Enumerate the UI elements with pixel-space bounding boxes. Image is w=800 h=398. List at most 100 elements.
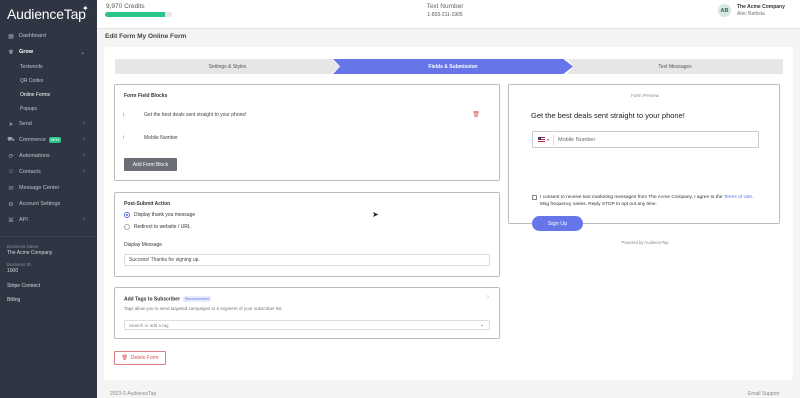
text-number-label: Text Number: [426, 3, 464, 10]
post-submit-panel: Post-Submit Action Display thank you mes…: [114, 192, 500, 277]
sidebar-subitem-label: Textwords: [20, 64, 43, 70]
step-text-messages[interactable]: Text Messages: [567, 59, 783, 74]
delete-form-button[interactable]: 🗑 Delete Form: [114, 351, 166, 365]
sidebar-nav: ▦ Dashboard ❦ Grow ⌄ Textwords QR Codes …: [0, 28, 97, 228]
field-block-label: Mobile Number: [144, 134, 178, 141]
avatar[interactable]: AB: [718, 4, 731, 17]
consent-block: I consent to receive text marketing mess…: [532, 194, 762, 208]
sidebar-subitem-popups[interactable]: Popups: [0, 102, 97, 116]
chevron-down-icon: ⌄: [479, 322, 484, 328]
drag-handle-icon[interactable]: ↕: [122, 135, 130, 141]
chat-icon: ✉: [8, 185, 14, 192]
sidebar-item-label: Account Settings: [19, 201, 61, 207]
field-block-row[interactable]: ↕ Mobile Number: [122, 130, 492, 145]
stripe-connect-link[interactable]: Stripe Connect: [0, 279, 97, 293]
credits-progress-fill: [105, 12, 166, 17]
caret-down-icon: ▾: [547, 137, 550, 142]
mouse-cursor-icon: ➤: [372, 210, 379, 219]
field-block-label: Get the best deals sent straight to your…: [144, 111, 247, 118]
divider: [553, 134, 555, 145]
consent-checkbox[interactable]: [532, 195, 537, 200]
gear-icon: ⚙: [8, 201, 14, 208]
consent-text-main: I consent to receive text marketing mess…: [540, 195, 723, 200]
new-badge: NEW: [48, 137, 62, 143]
user-name: Alec Battista: [737, 11, 765, 17]
sign-up-button[interactable]: Sign Up: [532, 216, 583, 231]
sidebar-subitem-label: Popups: [20, 106, 37, 112]
delete-form-label: Delete Form: [130, 355, 159, 361]
field-block-row[interactable]: ↕ Get the best deals sent straight to yo…: [122, 107, 492, 122]
app-logo[interactable]: AudienceTap ✦: [0, 0, 97, 26]
form-preview-panel: Form Preview Get the best deals sent str…: [508, 84, 780, 245]
radio-label: Display thank you message: [134, 212, 196, 218]
company-name[interactable]: The Acme Company: [737, 4, 785, 10]
sidebar-item-account-settings[interactable]: ⚙ Account Settings: [0, 196, 97, 212]
sidebar-item-label: Commerce: [19, 137, 46, 143]
sidebar-item-commerce[interactable]: ⛟ Commerce NEW ›: [0, 132, 97, 148]
api-icon: ⌘: [8, 217, 14, 224]
panel-title: Form Field Blocks: [124, 93, 168, 99]
radio-selected-icon: [124, 212, 130, 218]
chevron-right-icon: ›: [83, 121, 85, 127]
radio-label: Redirect to website / URL: [134, 224, 191, 230]
form-field-blocks-panel: Form Field Blocks ↕ Get the best deals s…: [114, 84, 500, 181]
add-form-block-button[interactable]: Add Form Block: [124, 158, 177, 171]
chevron-right-icon: ›: [83, 169, 85, 175]
sidebar-item-dashboard[interactable]: ▦ Dashboard: [0, 28, 97, 44]
tag-search-select[interactable]: Search or add a tag ⌄: [124, 320, 490, 330]
cart-icon: ⛟: [7, 137, 15, 143]
sidebar-subitem-online-forms[interactable]: Online Forms: [0, 88, 97, 102]
trash-icon[interactable]: 🗑: [472, 111, 480, 118]
radio-redirect[interactable]: Redirect to website / URL: [124, 224, 191, 230]
sidebar-subitem-textwords[interactable]: Textwords: [0, 60, 97, 74]
sidebar-item-label: Send: [19, 121, 32, 127]
sidebar-subitem-qr-codes[interactable]: QR Codes: [0, 74, 97, 88]
email-support-link[interactable]: Email Support: [748, 391, 779, 397]
us-flag-icon[interactable]: [538, 137, 545, 142]
sidebar-item-label: API: [19, 217, 28, 223]
sidebar-item-api[interactable]: ⌘ API ›: [0, 212, 97, 228]
drag-handle-icon[interactable]: ↕: [122, 112, 130, 118]
sidebar-item-label: Message Center: [19, 185, 60, 191]
sidebar-subitem-label: QR Codes: [20, 78, 44, 84]
chevron-right-icon: ›: [83, 137, 85, 143]
business-name: The Acme Company: [7, 250, 53, 256]
display-message-label: Display Message: [124, 242, 163, 248]
billing-link[interactable]: Billing: [0, 293, 97, 307]
sidebar-item-automations[interactable]: ⟳ Automations ›: [0, 148, 97, 164]
sidebar-item-grow[interactable]: ❦ Grow ⌄: [0, 44, 97, 60]
sidebar-item-label: Automations: [19, 153, 50, 159]
sidebar-item-send[interactable]: ➤ Send ›: [0, 116, 97, 132]
display-message-input[interactable]: Success! Thanks for signing up.: [124, 254, 490, 266]
sidebar-item-contacts[interactable]: ☺ Contacts ›: [0, 164, 97, 180]
footer-copyright: 2023 © AudienceTap: [110, 391, 157, 397]
panel-title: Post-Submit Action: [124, 201, 171, 207]
sparkle-icon: ✦: [82, 4, 89, 13]
terms-link[interactable]: Terms of Use: [724, 195, 752, 200]
sidebar-item-label: Grow: [19, 49, 34, 55]
form-editor-card: Settings & Styles Fields & Submission Te…: [104, 47, 793, 380]
credits-label: 9,970 Credits: [106, 3, 145, 10]
chevron-down-icon: ⌄: [79, 49, 85, 56]
preview-title: Get the best deals sent straight to your…: [531, 111, 685, 120]
topbar: 9,970 Credits Text Number 1-833-211-1905…: [97, 0, 800, 29]
sidebar-item-message-center[interactable]: ✉ Message Center: [0, 180, 97, 196]
trash-icon: 🗑: [121, 355, 128, 361]
step-fields-submission[interactable]: Fields & Submission: [333, 59, 573, 74]
sidebar: AudienceTap ✦ ▦ Dashboard ❦ Grow ⌄ Textw…: [0, 0, 97, 398]
chevron-right-icon: ›: [83, 153, 85, 159]
step-settings-styles[interactable]: Settings & Styles: [115, 59, 340, 74]
help-icon[interactable]: ?: [486, 296, 489, 302]
business-id: 1000: [7, 268, 19, 274]
sidebar-subitem-label: Online Forms: [20, 92, 51, 98]
consent-text: I consent to receive text marketing mess…: [532, 194, 762, 208]
chevron-right-icon: ›: [83, 217, 85, 223]
tag-search-placeholder: Search or add a tag: [129, 322, 169, 328]
radio-thank-you[interactable]: Display thank you message: [124, 212, 195, 218]
text-number-value: 1-833-211-1905: [427, 12, 463, 18]
phone-input[interactable]: ▾ Mobile Number: [532, 131, 759, 148]
logo-text: AudienceTap: [7, 6, 86, 22]
phone-placeholder: Mobile Number: [558, 136, 596, 143]
stepper: Settings & Styles Fields & Submission Te…: [115, 59, 783, 74]
credits-progress: [105, 12, 172, 17]
